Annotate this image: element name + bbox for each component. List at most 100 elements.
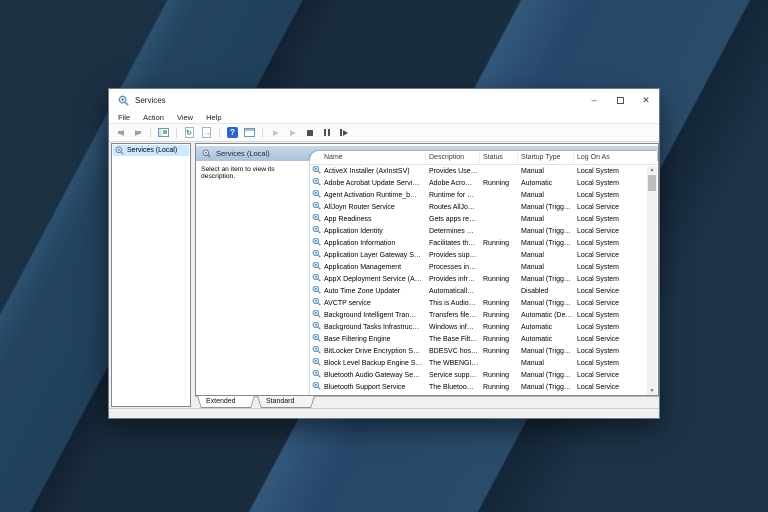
service-description: Gets apps re…	[426, 214, 480, 226]
toolbar-separator	[219, 128, 220, 138]
service-row[interactable]: Application Information Facilitates th… …	[310, 238, 647, 250]
restart-service-icon	[340, 129, 348, 136]
service-row[interactable]: Application Layer Gateway S… Provides su…	[310, 250, 647, 262]
service-row[interactable]: Block Level Backup Engine S… The WBENGI……	[310, 358, 647, 370]
service-row[interactable]: Base Filtering Engine The Base Filt… Run…	[310, 334, 647, 346]
service-row[interactable]: ActiveX Installer (AxInstSV) Provides Us…	[310, 166, 647, 178]
service-name: Adobe Acrobat Update Servi…	[324, 178, 419, 190]
service-startup-type: Manual (Trigg…	[518, 238, 574, 250]
column-header-name[interactable]: ^ Name	[310, 152, 426, 163]
service-logon-as: Local Service	[574, 298, 639, 310]
refresh-button[interactable]	[183, 126, 196, 139]
service-description: Processes in…	[426, 262, 480, 274]
tab-extended[interactable]: Extended	[197, 396, 255, 408]
service-startup-type: Manual (Trigg…	[518, 346, 574, 358]
column-header-startup-type[interactable]: Startup Type	[518, 152, 574, 163]
service-row[interactable]: BitLocker Drive Encryption S… BDESVC hos…	[310, 346, 647, 358]
toolbar-separator	[262, 128, 263, 138]
service-logon-as: Local System	[574, 262, 639, 274]
service-status	[480, 286, 518, 298]
service-row[interactable]: Background Intelligent Tran… Transfers f…	[310, 310, 647, 322]
column-header-description[interactable]: Description	[426, 152, 480, 163]
service-gear-icon	[312, 190, 321, 198]
service-description: The Base Filt…	[426, 334, 480, 346]
view-tab-strip: Extended Standard	[195, 396, 659, 408]
service-description: Transfers file…	[426, 310, 480, 322]
service-row[interactable]: Application Identity Determines … Manual…	[310, 226, 647, 238]
menu-action[interactable]: Action	[143, 113, 164, 122]
scroll-down-icon[interactable]: ▼	[647, 387, 657, 395]
service-row[interactable]: AppX Deployment Service (A… Provides inf…	[310, 274, 647, 286]
service-logon-as: Local System	[574, 190, 639, 202]
column-header-row: ^ Name Description Status Startup Type L…	[310, 151, 657, 165]
pause-service-button[interactable]	[320, 126, 333, 139]
restart-service-button[interactable]	[337, 126, 350, 139]
help-button[interactable]: ?	[226, 126, 239, 139]
close-button[interactable]: ✕	[633, 89, 659, 111]
tree-item-services-local[interactable]: Services (Local)	[113, 145, 189, 156]
export-list-button[interactable]	[200, 126, 213, 139]
service-logon-as: Local System	[574, 238, 639, 250]
back-button[interactable]	[114, 126, 127, 139]
service-startup-type: Manual (Trigg…	[518, 202, 574, 214]
pane-header-title: Services (Local)	[216, 149, 270, 158]
resume-service-icon	[290, 130, 296, 136]
service-description: BDESVC hos…	[426, 346, 480, 358]
column-header-log-on-as[interactable]: Log On As	[574, 152, 639, 163]
service-row[interactable]: Application Management Processes in… Man…	[310, 262, 647, 274]
service-description: The WBENGI…	[426, 358, 480, 370]
service-status: Running	[480, 298, 518, 310]
show-console-tree-button[interactable]	[157, 126, 170, 139]
tab-standard[interactable]: Standard	[257, 396, 315, 408]
start-service-button[interactable]	[269, 126, 282, 139]
minimize-button[interactable]: –	[581, 89, 607, 111]
resume-service-button[interactable]	[286, 126, 299, 139]
service-description: This is Audio…	[426, 298, 480, 310]
column-header-status[interactable]: Status	[480, 152, 518, 163]
service-row[interactable]: Agent Activation Runtime_b… Runtime for …	[310, 190, 647, 202]
service-startup-type: Manual	[518, 166, 574, 178]
tab-extended-label: Extended	[197, 396, 255, 407]
service-status: Running	[480, 322, 518, 334]
title-bar[interactable]: Services – ✕	[109, 89, 659, 111]
service-status	[480, 250, 518, 262]
service-description: Service supp…	[426, 370, 480, 382]
maximize-button[interactable]	[607, 89, 633, 111]
window-list-button[interactable]	[243, 126, 256, 139]
service-row[interactable]: AVCTP service This is Audio… Running Man…	[310, 298, 647, 310]
service-row[interactable]: Background Tasks Infrastruc… Windows inf…	[310, 322, 647, 334]
menu-view[interactable]: View	[177, 113, 193, 122]
start-service-icon	[273, 130, 279, 136]
status-bar	[109, 408, 659, 418]
service-row[interactable]: Bluetooth Audio Gateway Se… Service supp…	[310, 370, 647, 382]
menu-help[interactable]: Help	[206, 113, 221, 122]
refresh-icon	[185, 127, 194, 138]
service-row[interactable]: App Readiness Gets apps re… Manual Local…	[310, 214, 647, 226]
forward-button[interactable]	[131, 126, 144, 139]
service-status	[480, 262, 518, 274]
service-startup-type: Automatic	[518, 334, 574, 346]
menu-file[interactable]: File	[118, 113, 130, 122]
service-name: Auto Time Zone Updater	[324, 286, 400, 298]
service-gear-icon	[312, 286, 321, 294]
service-row[interactable]: Adobe Acrobat Update Servi… Adobe Acro… …	[310, 178, 647, 190]
back-icon	[118, 130, 124, 136]
service-row[interactable]: AllJoyn Router Service Routes AllJo… Man…	[310, 202, 647, 214]
tree-item-label: Services (Local)	[127, 147, 177, 154]
service-row[interactable]: Auto Time Zone Updater Automaticall… Dis…	[310, 286, 647, 298]
scroll-up-icon[interactable]: ▲	[647, 166, 657, 174]
scrollbar-thumb[interactable]	[648, 175, 656, 191]
service-name: Base Filtering Engine	[324, 334, 391, 346]
service-gear-icon	[312, 178, 321, 186]
service-logon-as: Local Service	[574, 226, 639, 238]
stop-service-button[interactable]	[303, 126, 316, 139]
service-gear-icon	[312, 166, 321, 174]
service-name: AVCTP service	[324, 298, 371, 310]
console-tree-pane: Services (Local)	[111, 143, 191, 407]
service-gear-icon	[312, 370, 321, 378]
menu-bar: File Action View Help	[109, 111, 659, 124]
service-gear-icon	[312, 358, 321, 366]
service-row[interactable]: Bluetooth Support Service The Bluetoo… R…	[310, 382, 647, 394]
vertical-scrollbar[interactable]: ▲ ▼	[647, 166, 657, 395]
service-status	[480, 358, 518, 370]
